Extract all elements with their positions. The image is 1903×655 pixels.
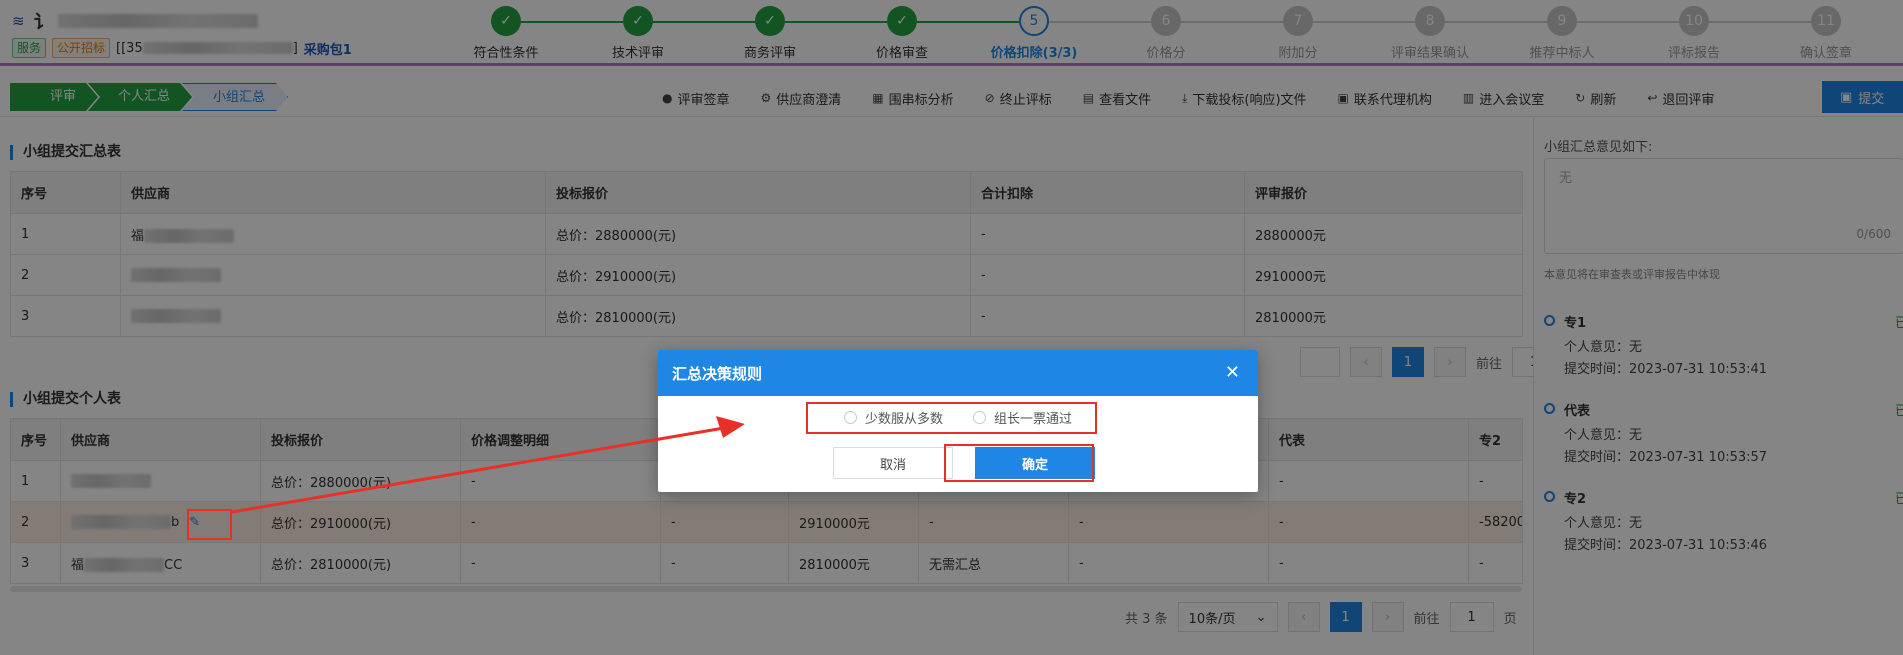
annotation-arrow (231, 416, 745, 514)
